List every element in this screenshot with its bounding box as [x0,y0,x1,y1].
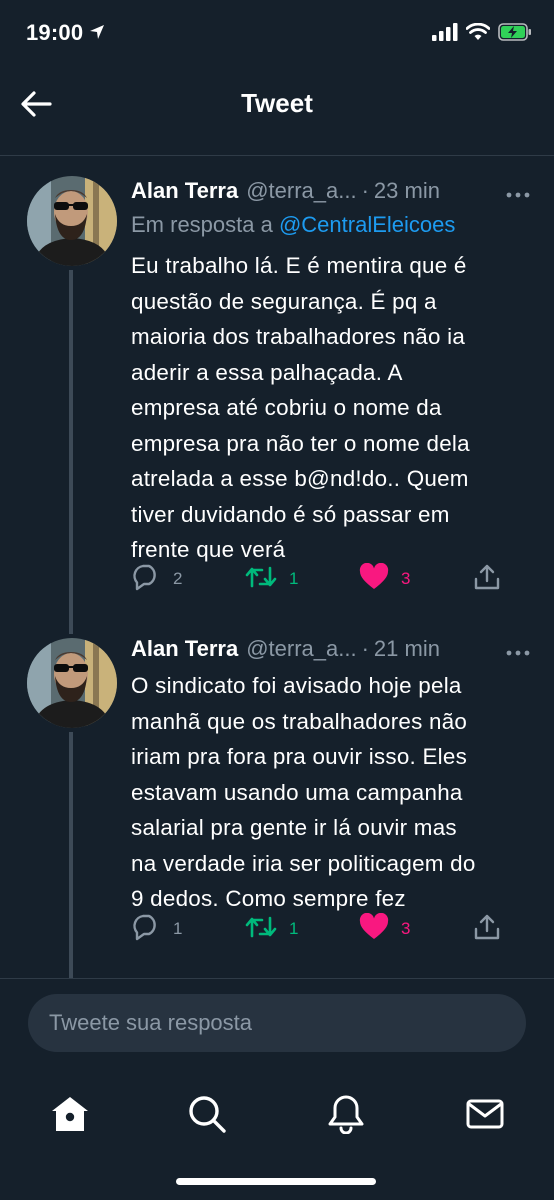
more-options-button[interactable] [500,632,530,666]
heart-filled-icon [359,912,389,946]
avatar[interactable] [27,638,117,728]
retweet-icon [245,914,277,945]
retweet-count: 1 [289,919,299,938]
battery-charging-icon [498,22,532,46]
wifi-icon [465,22,491,46]
like-button[interactable]: 3 [359,562,410,596]
share-button[interactable] [473,912,501,946]
tweet-header: Alan Terra @terra_a... · 23 min [131,174,530,208]
tab-home[interactable] [40,1088,100,1144]
reply-context: Em resposta a @CentralEleicoes [131,208,530,242]
author-handle[interactable]: @terra_a... [246,636,356,662]
share-icon [473,563,501,596]
location-arrow-icon [89,20,105,46]
retweet-button[interactable]: 1 [245,562,298,596]
tweet-timestamp[interactable]: 23 min [374,178,440,204]
more-dots-icon [506,636,530,662]
share-icon [473,913,501,946]
reply-prefix: Em resposta a [131,212,279,237]
more-dots-icon [506,178,530,204]
reply-composer [0,978,554,1070]
retweet-button[interactable]: 1 [245,912,298,946]
search-icon [187,1094,227,1139]
separator-dot: · [361,636,369,661]
messages-mail-icon [466,1098,504,1135]
home-icon [50,1095,90,1138]
like-button[interactable]: 3 [359,912,410,946]
status-time-group: 19:00 [26,20,105,46]
reply-input[interactable] [28,994,526,1052]
tweet-header: Alan Terra @terra_a... · 21 min [131,632,530,666]
tab-messages[interactable] [455,1088,515,1144]
top-navigation-bar: Tweet [0,68,554,156]
tweet-actions: 1 1 3 [131,912,511,946]
like-count: 3 [401,919,411,938]
retweet-count: 1 [289,569,299,588]
tweet-text: Eu trabalho lá. E é mentira que é questã… [131,253,470,562]
reply-to-link[interactable]: @CentralEleicoes [279,212,455,237]
notifications-bell-icon [327,1094,365,1139]
signal-bars-icon [432,22,458,46]
reply-bubble-icon [131,913,161,946]
home-indicator[interactable] [176,1178,376,1185]
status-icons [432,22,532,46]
reply-button[interactable]: 2 [131,562,182,596]
avatar[interactable] [27,176,117,266]
tab-search[interactable] [177,1088,237,1144]
retweet-icon [245,564,277,595]
page-title: Tweet [241,88,313,118]
author-handle[interactable]: @terra_a... [246,178,356,204]
reply-count: 1 [173,919,183,938]
author-name[interactable]: Alan Terra [131,636,238,662]
status-time: 19:00 [26,20,84,45]
tweet-item[interactable]: Alan Terra @terra_a... · 23 min Em respo… [0,156,554,632]
tab-notifications[interactable] [316,1088,376,1144]
heart-filled-icon [359,562,389,596]
share-button[interactable] [473,562,501,596]
separator-dot: · [361,178,369,203]
reply-button[interactable]: 1 [131,912,182,946]
tweet-timestamp[interactable]: 21 min [374,636,440,662]
reply-count: 2 [173,569,183,588]
author-name[interactable]: Alan Terra [131,178,238,204]
tweet-body: Alan Terra @terra_a... · 21 min O sindic… [131,632,530,917]
tweet-text: O sindicato foi avisado hoje pela manhã … [131,673,476,911]
tweet-item[interactable]: Alan Terra @terra_a... · 21 min O sindic… [0,618,554,978]
tweet-body: Alan Terra @terra_a... · 23 min Em respo… [131,174,530,568]
reply-bubble-icon [131,563,161,596]
tweet-actions: 2 1 3 [131,562,511,596]
like-count: 3 [401,569,411,588]
more-options-button[interactable] [500,174,530,208]
status-bar: 19:00 [0,0,554,68]
